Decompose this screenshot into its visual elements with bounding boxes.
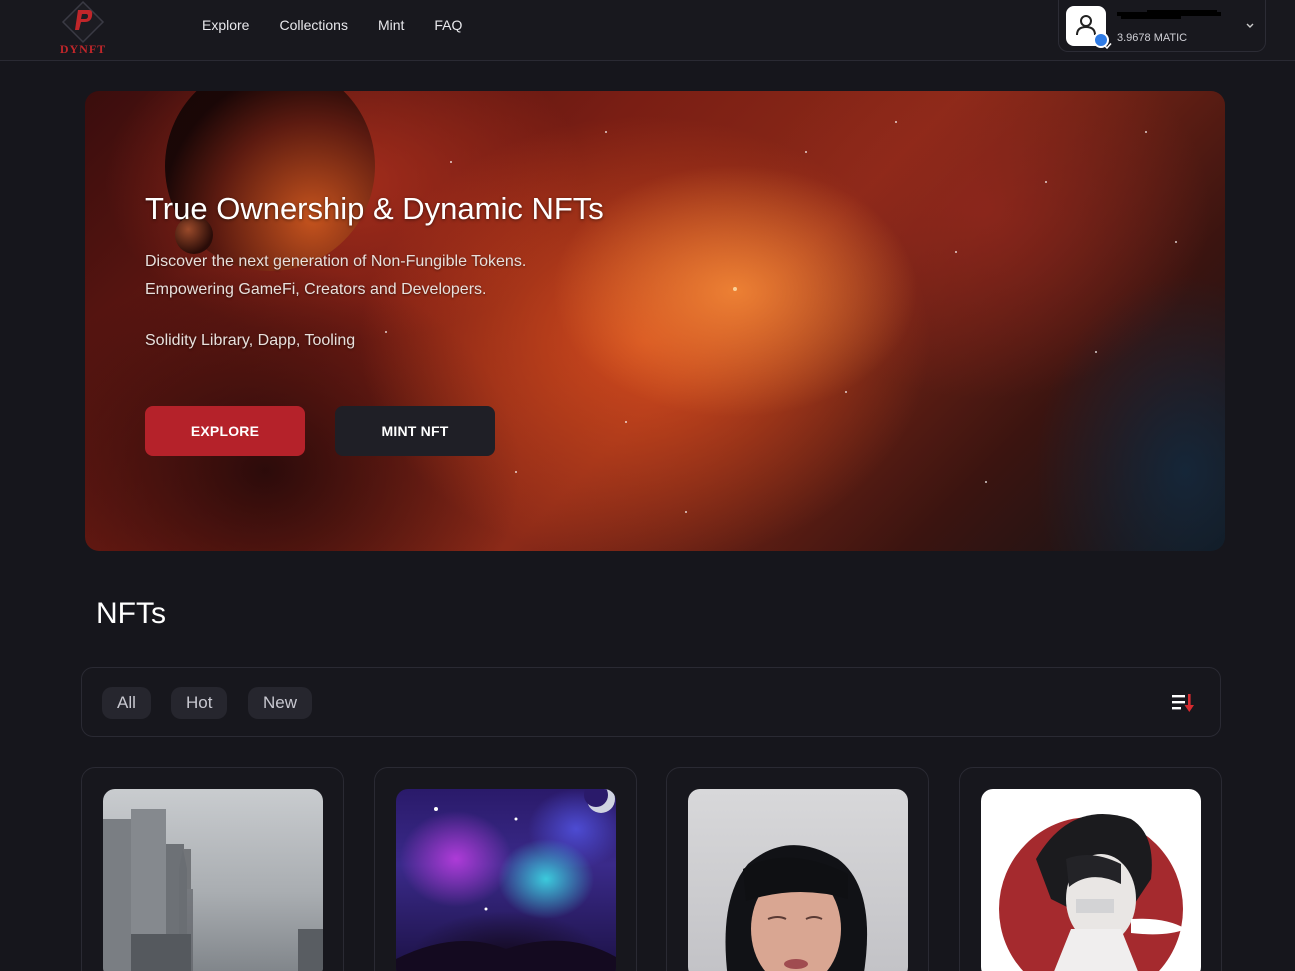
nav-mint[interactable]: Mint [378, 17, 404, 33]
top-header: DYNFT Explore Collections Mint FAQ 3.967… [0, 0, 1295, 61]
logo-diamond-icon [61, 0, 105, 44]
chevron-down-icon [1246, 23, 1254, 28]
filter-all[interactable]: All [102, 687, 151, 719]
hero-subtitle-line-2: Empowering GameFi, Creators and Develope… [145, 281, 487, 298]
wallet-address-redacted [1117, 10, 1221, 22]
logo[interactable]: DYNFT [44, 0, 122, 56]
nft-image-portrait [688, 789, 908, 971]
filter-new[interactable]: New [248, 687, 313, 719]
hero-banner: True Ownership & Dynamic NFTs Discover t… [85, 91, 1225, 551]
nft-card[interactable] [81, 767, 344, 971]
mint-nft-button[interactable]: MINT NFT [335, 406, 495, 456]
user-icon [1076, 15, 1096, 36]
nav-explore[interactable]: Explore [202, 17, 249, 33]
hero-subtitle: Discover the next generation of Non-Fung… [145, 248, 526, 304]
nft-image-galaxy [396, 789, 616, 971]
nft-image-anime [981, 789, 1201, 971]
main-nav: Explore Collections Mint FAQ [202, 17, 462, 33]
wallet-balance: 3.9678 MATIC [1117, 32, 1188, 44]
nfts-section-title: NFTs [96, 597, 166, 630]
explore-button[interactable]: EXPLORE [145, 406, 305, 456]
hero-subtitle-line-1: Discover the next generation of Non-Fung… [145, 253, 527, 270]
avatar [1066, 6, 1112, 50]
nft-card[interactable] [374, 767, 637, 971]
filter-bar: All Hot New [81, 667, 1221, 737]
nav-collections[interactable]: Collections [279, 17, 347, 33]
nft-card[interactable] [959, 767, 1222, 971]
hero-tagline: Solidity Library, Dapp, Tooling [145, 332, 356, 349]
filter-hot[interactable]: Hot [171, 687, 228, 719]
sort-descending-icon[interactable] [1171, 692, 1197, 714]
logo-text: DYNFT [59, 42, 107, 56]
nft-image-city [103, 789, 323, 971]
nav-faq[interactable]: FAQ [434, 17, 462, 33]
hero-title: True Ownership & Dynamic NFTs [145, 191, 604, 226]
nft-card[interactable] [666, 767, 929, 971]
wallet-dropdown[interactable]: 3.9678 MATIC [1058, 0, 1266, 52]
check-badge-icon [1093, 32, 1112, 50]
